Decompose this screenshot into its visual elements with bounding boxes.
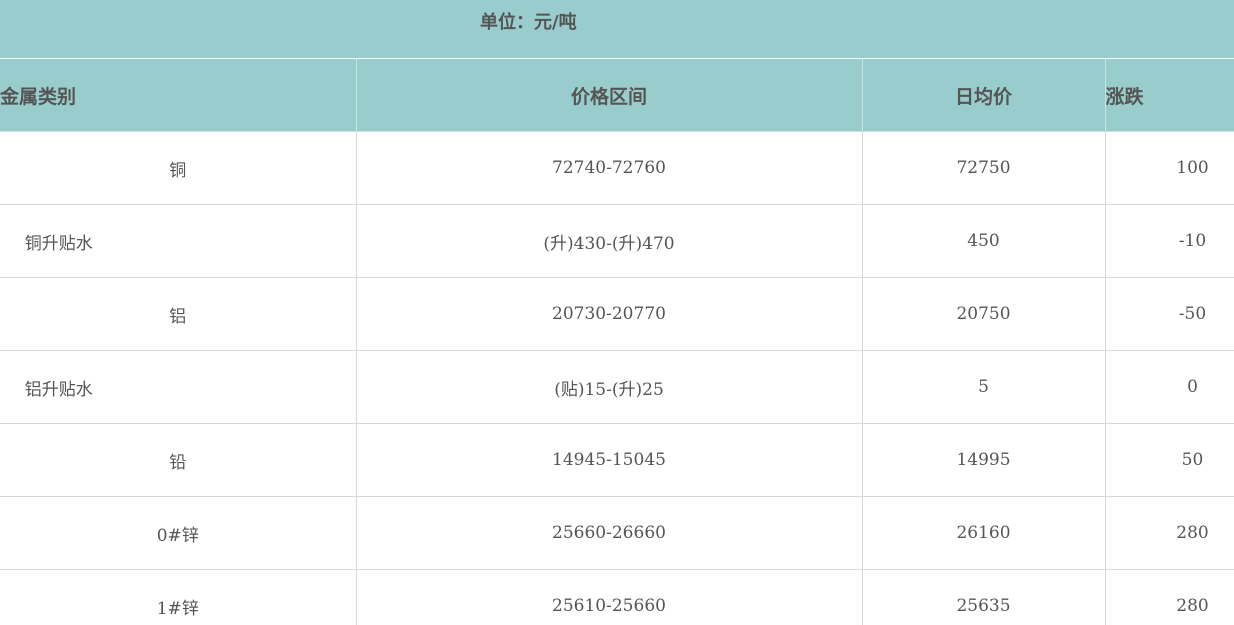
table-row: 1#锌 25610-25660 25635 280 [0,569,1234,625]
price-change: -50 [1104,277,1234,351]
price-range: 25660-26660 [355,496,863,570]
table-row: 铜 72740-72760 72750 100 [0,131,1234,205]
metal-name: 铅 [0,423,357,497]
table-row: 铅 14945-15045 14995 50 [0,423,1234,497]
daily-average: 20750 [861,277,1106,351]
price-range: 72740-72760 [355,131,863,205]
price-change: 280 [1104,569,1234,625]
daily-average: 5 [861,350,1106,424]
metal-name: 铝 [0,277,357,351]
header-price-range: 价格区间 [355,59,863,132]
price-change: 280 [1104,496,1234,570]
table-row: 铝 20730-20770 20750 -50 [0,277,1234,351]
price-change: -10 [1104,204,1234,278]
header-change: 涨跌 [1104,59,1234,132]
price-range: (升)430-(升)470 [355,204,863,278]
unit-header-bar: 单位：元/吨 [0,0,1234,58]
price-range: 25610-25660 [355,569,863,625]
price-change: 100 [1104,131,1234,205]
unit-label: 单位：元/吨 [480,12,577,33]
price-range: 20730-20770 [355,277,863,351]
metal-price-table: 金属类别 价格区间 日均价 涨跌 铜 72740-72760 72750 100… [0,59,1234,625]
table-row: 0#锌 25660-26660 26160 280 [0,496,1234,570]
price-range: 14945-15045 [355,423,863,497]
metal-name: 1#锌 [0,569,357,625]
header-metal-category: 金属类别 [0,59,357,132]
table-row: 铜升贴水 (升)430-(升)470 450 -10 [0,204,1234,278]
table-header-row: 金属类别 价格区间 日均价 涨跌 [0,59,1234,132]
price-page: 单位：元/吨 金属类别 价格区间 日均价 涨跌 铜 72740-72760 72… [0,0,1234,625]
price-range: (贴)15-(升)25 [355,350,863,424]
daily-average: 450 [861,204,1106,278]
metal-name: 铜 [0,131,357,205]
price-change: 50 [1104,423,1234,497]
daily-average: 26160 [861,496,1106,570]
metal-name: 铜升贴水 [0,204,357,278]
header-daily-average: 日均价 [861,59,1106,132]
metal-name: 0#锌 [0,496,357,570]
table-row: 铝升贴水 (贴)15-(升)25 5 0 [0,350,1234,424]
daily-average: 14995 [861,423,1106,497]
daily-average: 72750 [861,131,1106,205]
daily-average: 25635 [861,569,1106,625]
metal-name: 铝升贴水 [0,350,357,424]
price-change: 0 [1104,350,1234,424]
